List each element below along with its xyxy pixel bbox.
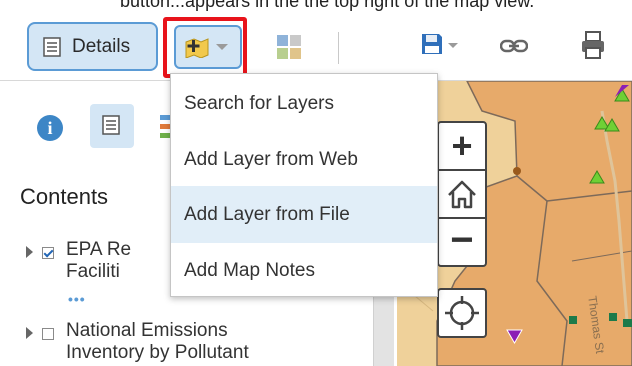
layer-name-line[interactable]: National Emissions: [66, 320, 228, 341]
details-label: Details: [72, 36, 131, 57]
legend-icon[interactable]: [158, 113, 170, 141]
contents-list-icon: [102, 115, 120, 135]
cut-caption-text: button...appears in the the top right of…: [120, 0, 535, 11]
link-icon[interactable]: [500, 38, 528, 54]
layer-visibility-checkbox[interactable]: [42, 247, 54, 259]
info-icon[interactable]: i: [37, 115, 63, 141]
save-icon[interactable]: [420, 32, 444, 56]
tab-contents[interactable]: [90, 104, 134, 148]
menu-item-add-layer-from-file[interactable]: Add Layer from File: [171, 186, 437, 243]
add-layer-menu: Search for Layers Add Layer from Web Add…: [170, 73, 438, 297]
locate-icon: [445, 296, 479, 330]
menu-item-add-map-notes[interactable]: Add Map Notes: [171, 242, 437, 299]
toolbar-divider: [338, 32, 339, 64]
menu-item-search-for-layers[interactable]: Search for Layers: [171, 75, 437, 132]
layer-visibility-checkbox[interactable]: [42, 328, 54, 340]
menu-item-add-layer-from-web[interactable]: Add Layer from Web: [171, 131, 437, 188]
locate-button[interactable]: [437, 288, 487, 338]
details-button[interactable]: Details: [27, 22, 158, 71]
print-icon[interactable]: [580, 30, 606, 60]
home-button[interactable]: [437, 169, 487, 219]
contents-heading: Contents: [20, 184, 109, 209]
toolbar: Details: [0, 14, 632, 81]
layer-more-options[interactable]: •••: [68, 291, 86, 307]
basemap-grid-icon[interactable]: [276, 34, 302, 60]
details-list-icon: [43, 37, 61, 57]
zoom-out-button[interactable]: −: [437, 217, 487, 267]
save-chevron-down-icon[interactable]: [448, 43, 458, 48]
layer-expand-toggle[interactable]: [26, 327, 33, 339]
layer-name-line[interactable]: Inventory by Pollutant: [66, 342, 249, 363]
layer-name-line[interactable]: EPA Re: [66, 239, 131, 260]
layer-name-line[interactable]: Faciliti: [66, 261, 120, 282]
home-icon: [448, 180, 476, 209]
highlight-annotation-box: [163, 17, 247, 78]
top-cut-caption: button...appears in the the top right of…: [0, 0, 632, 14]
zoom-in-button[interactable]: +: [437, 121, 487, 171]
layer-expand-toggle[interactable]: [26, 246, 33, 258]
